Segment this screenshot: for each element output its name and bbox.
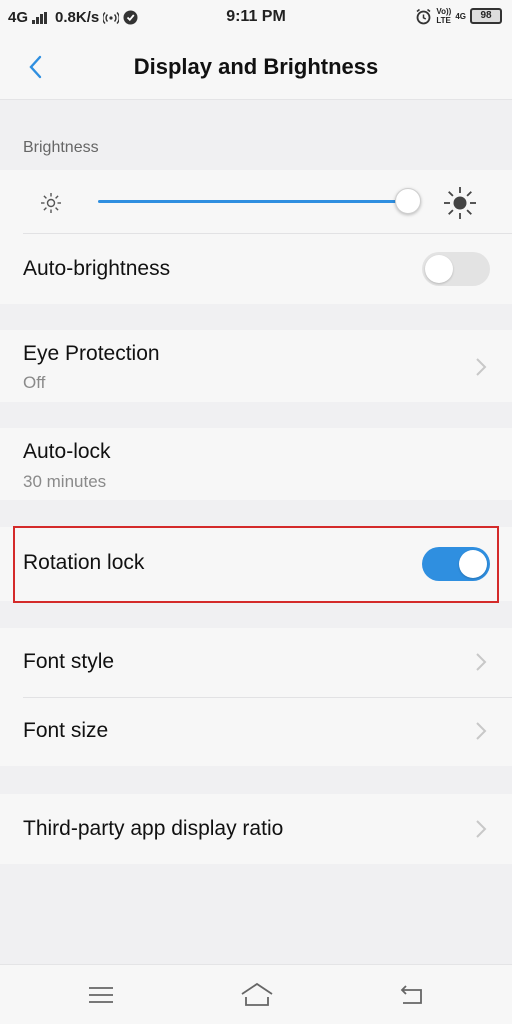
third-party-ratio-row[interactable]: Third-party app display ratio [0,794,512,864]
alarm-icon [416,8,431,24]
back-icon [400,985,422,1004]
brightness-slider-track[interactable] [98,200,408,203]
font-style-label: Font style [23,650,115,673]
menu-icon [89,987,113,1003]
home-icon [241,982,273,1006]
page-title: Display and Brightness [133,54,379,79]
eye-protection-value: Off [23,373,46,392]
auto-lock-value: 30 minutes [23,472,107,491]
network-4g-indicator: 4G [455,12,466,21]
sun-large-icon [444,187,476,219]
status-bar: 4G 0.8K/s 9:11 PM Vo)) LTE 4G 98 [0,0,512,34]
third-party-ratio-label: Third-party app display ratio [23,817,284,840]
auto-brightness-toggle[interactable] [422,252,490,286]
font-size-label: Font size [23,719,109,742]
chevron-right-icon [476,722,487,740]
status-right: Vo)) LTE 4G 98 [415,7,502,25]
home-button[interactable] [239,981,275,1009]
volte-indicator: Vo)) LTE [436,7,451,25]
auto-lock-row[interactable]: Auto-lock 30 minutes [0,428,512,500]
network2-label: 4G [455,11,466,21]
header: Display and Brightness [0,34,512,100]
eye-protection-label: Eye Protection [23,342,160,365]
chevron-right-icon [476,820,487,838]
navigation-bar [0,964,512,1024]
sun-small-icon [41,193,61,213]
chevron-right-icon [476,358,487,376]
brightness-section-label: Brightness [23,139,99,156]
brightness-slider-row [0,170,512,234]
volte-bottom: LTE [436,16,451,25]
font-style-row[interactable]: Font style [0,628,512,697]
eye-protection-row[interactable]: Eye Protection Off [0,330,512,402]
auto-lock-label: Auto-lock [23,440,111,463]
auto-brightness-row[interactable]: Auto-brightness [0,234,512,304]
highlight-annotation [13,526,499,603]
auto-brightness-label: Auto-brightness [23,257,171,280]
brightness-slider-thumb[interactable] [395,188,421,214]
font-size-row[interactable]: Font size [0,697,512,766]
battery-icon: 98 [470,8,502,24]
chevron-right-icon [476,653,487,671]
menu-button[interactable] [86,981,116,1009]
toggle-knob [425,255,453,283]
font-settings-card: Font style Font size [0,628,512,766]
back-nav-button[interactable] [397,981,427,1009]
volte-top: Vo)) [436,7,452,16]
